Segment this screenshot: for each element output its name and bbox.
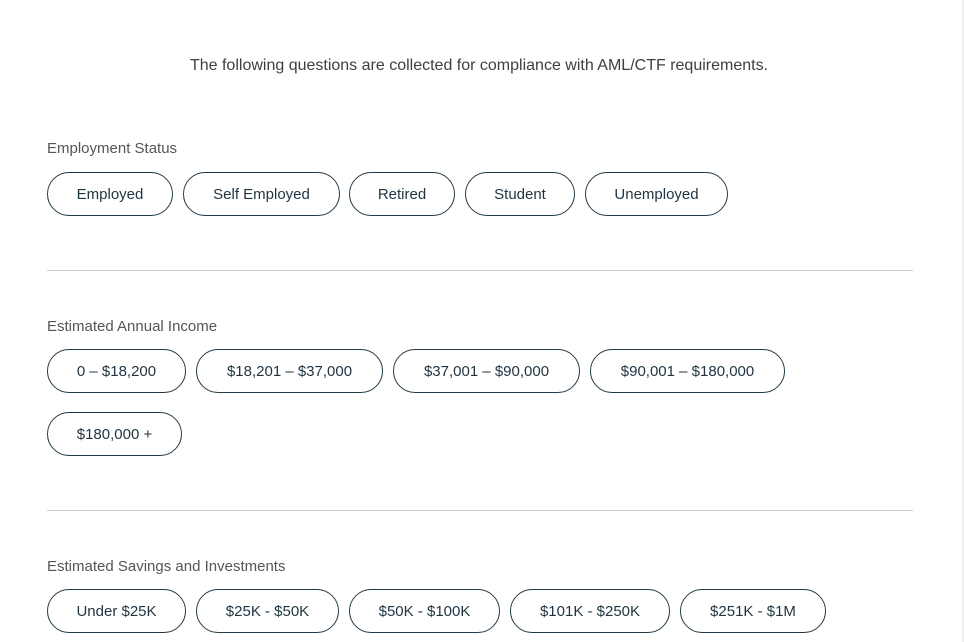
option-savings-under-25k[interactable]: Under $25K (47, 589, 186, 633)
section-divider (47, 270, 913, 271)
option-retired[interactable]: Retired (349, 172, 455, 216)
compliance-intro-text: The following questions are collected fo… (189, 57, 769, 74)
annual-income-options-row-1: 0 – $18,200 $18,201 – $37,000 $37,001 – … (47, 349, 785, 393)
annual-income-options-row-2: $180,000 + (47, 412, 182, 456)
option-student[interactable]: Student (465, 172, 575, 216)
option-savings-251k-1m[interactable]: $251K - $1M (680, 589, 826, 633)
option-self-employed[interactable]: Self Employed (183, 172, 340, 216)
option-income-0-18200[interactable]: 0 – $18,200 (47, 349, 186, 393)
savings-investments-options: Under $25K $25K - $50K $50K - $100K $101… (47, 589, 826, 633)
option-savings-50k-100k[interactable]: $50K - $100K (349, 589, 500, 633)
employment-status-label: Employment Status (47, 140, 178, 157)
savings-investments-label: Estimated Savings and Investments (47, 558, 286, 575)
option-employed[interactable]: Employed (47, 172, 173, 216)
option-income-37001-90000[interactable]: $37,001 – $90,000 (393, 349, 580, 393)
option-savings-25k-50k[interactable]: $25K - $50K (196, 589, 339, 633)
section-divider (47, 510, 913, 511)
option-unemployed[interactable]: Unemployed (585, 172, 728, 216)
option-income-180000-plus[interactable]: $180,000 + (47, 412, 182, 456)
option-savings-101k-250k[interactable]: $101K - $250K (510, 589, 670, 633)
employment-status-options: Employed Self Employed Retired Student U… (47, 172, 728, 216)
option-income-90001-180000[interactable]: $90,001 – $180,000 (590, 349, 785, 393)
option-income-18201-37000[interactable]: $18,201 – $37,000 (196, 349, 383, 393)
annual-income-label: Estimated Annual Income (47, 318, 218, 335)
